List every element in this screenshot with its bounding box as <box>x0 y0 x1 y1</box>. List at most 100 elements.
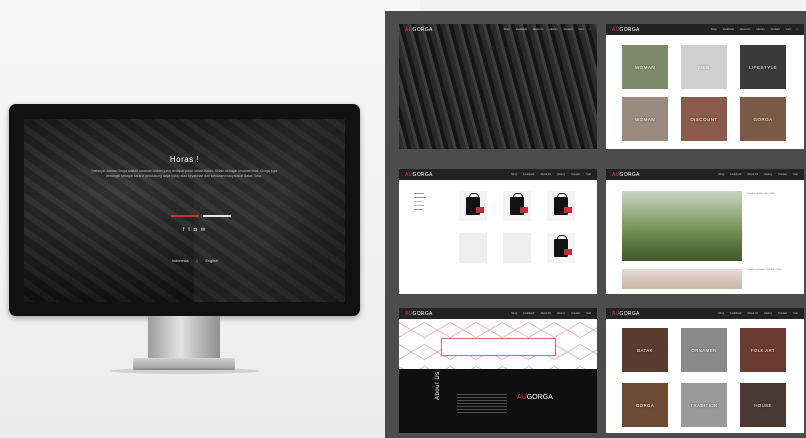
lookbook-nav: AUGORGA Shop Lookbook About Us History C… <box>606 169 804 180</box>
hero-carving-image <box>399 24 597 149</box>
nav-shop[interactable]: Shop <box>718 312 724 315</box>
product-card[interactable] <box>547 233 575 263</box>
site-logo[interactable]: AUGORGA <box>612 27 640 33</box>
nav-shop[interactable]: Shop <box>711 28 717 31</box>
divider-white <box>203 215 231 217</box>
nav-history[interactable]: History <box>550 28 558 31</box>
nav-cart[interactable]: Cart <box>793 312 798 315</box>
nav-about[interactable]: About Us <box>533 28 544 31</box>
lookbook-caption-1: Collection by Elise Mei - 2016 <box>746 193 775 195</box>
tile-lifestyle[interactable]: LIFESTYLE <box>740 45 786 89</box>
lang-english-link[interactable]: English <box>205 259 217 263</box>
nav-cart[interactable]: Cart <box>786 28 791 31</box>
facebook-icon[interactable]: f <box>183 227 184 233</box>
tile-house[interactable]: HOUSE <box>740 383 786 427</box>
nav-about[interactable]: About Us <box>540 312 551 315</box>
about-heading: About Us <box>435 371 441 400</box>
welcome-title: Horas ! <box>169 155 200 164</box>
tile-woman-2[interactable]: WOMAN <box>622 97 668 141</box>
nav-lookbook[interactable]: Lookbook <box>723 28 734 31</box>
lookbook-photo <box>622 191 742 261</box>
nav-cart[interactable]: Cart <box>586 173 591 176</box>
nav-cart[interactable]: Cart <box>586 312 591 315</box>
nav-lookbook[interactable]: Lookbook <box>516 28 527 31</box>
divider-bars <box>171 215 231 217</box>
tile-ornamen[interactable]: ORNAMEN <box>681 328 727 372</box>
about-nav: AUGORGA Shop Lookbook About Us History C… <box>399 308 597 319</box>
mail-icon[interactable]: ✉ <box>201 227 205 233</box>
nav-history[interactable]: History <box>557 312 565 315</box>
product-card[interactable] <box>503 191 531 221</box>
tile-gorga[interactable]: GORGA <box>740 97 786 141</box>
nav-links: Shop Lookbook About Us History Contact C… <box>511 312 591 315</box>
product-card[interactable] <box>459 191 487 221</box>
product-card[interactable] <box>459 233 487 263</box>
products-nav: AUGORGA Shop Lookbook About Us History C… <box>399 169 597 180</box>
page-grid: AUGORGA Shop Lookbook About Us History C… <box>385 11 806 438</box>
tile-batak[interactable]: BATAK <box>622 328 668 372</box>
lang-indonesia-link[interactable]: Indonesia <box>172 259 188 263</box>
nav-contact[interactable]: Contact <box>564 28 573 31</box>
product-card[interactable] <box>547 191 575 221</box>
lookbook-photo-2 <box>622 269 742 289</box>
landing-screen: Horas ! Yaktanya, bahwa Gorga adalah orn… <box>24 119 345 302</box>
nav-history[interactable]: History <box>764 312 772 315</box>
page-history: AUGORGA Shop Lookbook About Us History C… <box>606 308 804 433</box>
tile-woman[interactable]: WOMAN <box>622 45 668 89</box>
shop-nav: AUGORGA Shop Lookbook About Us History C… <box>606 24 804 35</box>
nav-lookbook[interactable]: Lookbook <box>523 312 534 315</box>
page-shop-categories: AUGORGA Shop Lookbook About Us History C… <box>606 24 804 149</box>
divider-red <box>171 215 199 217</box>
site-logo[interactable]: AUGORGA <box>405 311 433 317</box>
monitor-stand-neck <box>148 316 220 362</box>
page-lookbook: AUGORGA Shop Lookbook About Us History C… <box>606 169 804 294</box>
nav-contact[interactable]: Contact <box>771 28 780 31</box>
twitter-icon[interactable]: t <box>188 227 189 233</box>
history-nav: AUGORGA Shop Lookbook About Us History C… <box>606 308 804 319</box>
nav-shop[interactable]: Shop <box>718 173 724 176</box>
tile-gorga[interactable]: GORGA <box>622 383 668 427</box>
site-logo[interactable]: AUGORGA <box>612 311 640 317</box>
about-logo: AUGORGA <box>517 394 553 401</box>
page-about: AUGORGA Shop Lookbook About Us History C… <box>399 308 597 433</box>
nav-contact[interactable]: Contact <box>778 312 787 315</box>
tile-discount[interactable]: DISCOUNT <box>681 97 727 141</box>
nav-links: Shop Lookbook About Us History Contact C… <box>711 28 798 31</box>
social-icons: f t ◘ ✉ <box>183 227 205 233</box>
product-card[interactable] <box>503 233 531 263</box>
tile-folk-art[interactable]: FOLK ART <box>740 328 786 372</box>
nav-contact[interactable]: Contact <box>778 173 787 176</box>
nav-about[interactable]: About Us <box>747 312 758 315</box>
nav-shop[interactable]: Shop <box>504 28 510 31</box>
language-switch: Indonesia | English <box>172 259 218 263</box>
monitor-shadow <box>110 368 260 374</box>
tile-tradition[interactable]: TRADITION <box>681 383 727 427</box>
nav-about[interactable]: About Us <box>740 28 751 31</box>
nav-about[interactable]: About Us <box>540 173 551 176</box>
nav-lookbook[interactable]: Lookbook <box>730 173 741 176</box>
welcome-description: Yaktanya, bahwa Gorga adalah ornamen uki… <box>90 169 278 178</box>
about-text <box>457 394 507 414</box>
lang-separator: | <box>196 259 198 263</box>
nav-cart[interactable]: Cart <box>579 28 584 31</box>
nav-shop[interactable]: Shop <box>511 173 517 176</box>
nav-contact[interactable]: Contact <box>571 173 580 176</box>
nav-cart[interactable]: Cart <box>793 173 798 176</box>
site-logo[interactable]: AUGORGA <box>612 172 640 178</box>
tile-men[interactable]: MEN <box>681 45 727 89</box>
nav-shop[interactable]: Shop <box>511 312 517 315</box>
nav-links: Shop Lookbook About Us History Contact C… <box>511 173 591 176</box>
search-icon[interactable]: ⌕ <box>797 28 798 31</box>
nav-history[interactable]: History <box>757 28 765 31</box>
nav-history[interactable]: History <box>764 173 772 176</box>
site-logo[interactable]: AUGORGA <box>405 172 433 178</box>
category-sidebar <box>414 191 426 213</box>
nav-contact[interactable]: Contact <box>571 312 580 315</box>
site-logo[interactable]: AUGORGA <box>405 27 433 33</box>
nav-about[interactable]: About Us <box>747 173 758 176</box>
nav-history[interactable]: History <box>557 173 565 176</box>
search-icon[interactable]: ⌕ <box>590 28 591 31</box>
nav-lookbook[interactable]: Lookbook <box>730 312 741 315</box>
instagram-icon[interactable]: ◘ <box>194 227 197 233</box>
nav-lookbook[interactable]: Lookbook <box>523 173 534 176</box>
